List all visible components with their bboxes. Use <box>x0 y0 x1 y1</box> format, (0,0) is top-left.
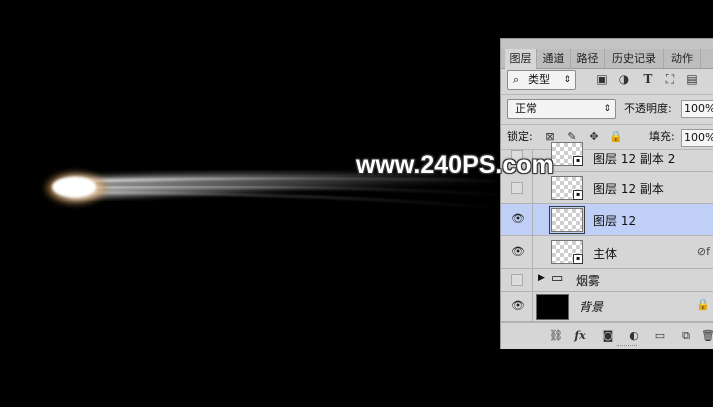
eye-icon: 👁 <box>511 212 525 225</box>
eye-icon: 👁 <box>511 245 525 258</box>
watermark-text: www.240PS.com <box>356 151 554 179</box>
search-icon: ⌕ <box>513 73 520 86</box>
smart-object-filter-icon[interactable]: ▤ <box>685 72 699 86</box>
filter-kind-select[interactable]: ⌕ 类型 ⇕ <box>507 70 576 90</box>
visibility-toggle[interactable] <box>501 269 533 291</box>
expand-arrow-icon[interactable]: ▶ <box>538 273 545 283</box>
layer-thumbnail <box>536 294 569 320</box>
layers-panel: 图层 通道 路径 历史记录 动作 ⌕ 类型 ⇕ ▣ ◑ T ⛶ ▤ 正常 ⇕ 不… <box>500 38 713 349</box>
layer-name: 背景 <box>579 300 604 314</box>
opacity-label: 不透明度: <box>624 102 672 115</box>
tab-history[interactable]: 历史记录 <box>605 49 664 68</box>
blend-mode-select[interactable]: 正常 ⇕ <box>507 99 616 119</box>
layer-thumbnail <box>549 206 585 234</box>
link-icon[interactable]: ⛓ <box>549 329 563 343</box>
fill-input[interactable]: 100% <box>681 129 713 147</box>
blend-mode-label: 正常 <box>515 102 537 115</box>
filter-kind-label: 类型 <box>528 73 550 86</box>
smart-object-icon: ▪ <box>573 156 583 166</box>
shape-filter-icon[interactable]: ⛶ <box>663 72 677 86</box>
adjustment-filter-icon[interactable]: ◑ <box>617 72 631 86</box>
opacity-input[interactable]: 100% <box>681 100 713 118</box>
trash-icon[interactable]: 🗑 <box>701 329 713 343</box>
panel-top-strip <box>501 39 713 49</box>
layer-thumbnail: ▪ <box>551 240 583 264</box>
layer-name: 图层 12 副本 <box>593 182 664 196</box>
panel-bottom-toolbar: ⛓ fx ◙ ◐ ▭ ⧉ 🗑 <box>501 322 713 349</box>
layer-name: 主体 <box>593 247 618 261</box>
visibility-off-icon <box>511 274 523 286</box>
new-layer-icon[interactable]: ⧉ <box>679 329 693 343</box>
folder-icon[interactable]: ▭ <box>653 329 667 343</box>
tab-paths[interactable]: 路径 <box>571 49 605 68</box>
layer-name: 图层 12 副本 2 <box>593 152 676 166</box>
layer-group-row[interactable]: ▶ ▭ 烟雾 <box>501 269 713 292</box>
visibility-toggle[interactable]: 👁 <box>501 236 533 268</box>
layer-name: 烟雾 <box>576 274 601 288</box>
panel-tab-bar: 图层 通道 路径 历史记录 动作 <box>501 49 713 69</box>
layer-row-selected[interactable]: 👁 图层 12 <box>501 204 713 236</box>
visibility-off-icon <box>511 182 523 194</box>
layer-thumbnail: ▪ <box>551 176 583 200</box>
dropdown-arrows-icon: ⇕ <box>563 75 571 85</box>
smart-object-icon: ▪ <box>573 254 583 264</box>
visibility-toggle[interactable]: 👁 <box>501 292 533 321</box>
layer-row[interactable]: 👁 背景 🔒 <box>501 292 713 322</box>
lock-move-icon[interactable]: ✥ <box>587 130 601 144</box>
smart-object-icon: ▪ <box>573 190 583 200</box>
divider <box>501 94 713 95</box>
type-filter-icon[interactable]: T <box>641 72 655 86</box>
fill-label: 填充: <box>649 130 675 143</box>
dropdown-arrows-icon: ⇕ <box>603 104 611 114</box>
visibility-toggle[interactable]: 👁 <box>501 204 533 235</box>
tab-layers[interactable]: 图层 <box>505 49 537 69</box>
mask-icon[interactable]: ◙ <box>601 329 615 343</box>
folder-icon: ▭ <box>551 271 564 286</box>
image-filter-icon[interactable]: ▣ <box>595 72 609 86</box>
lock-label: 锁定: <box>507 130 533 143</box>
fx-icon[interactable]: fx <box>573 329 587 343</box>
adjustment-icon[interactable]: ◐ <box>627 329 641 343</box>
layer-row[interactable]: 👁 ▪ 主体 ⊘f <box>501 236 713 269</box>
layer-effects-icon[interactable]: ⊘f <box>697 245 710 258</box>
tab-channels[interactable]: 通道 <box>537 49 571 68</box>
layer-thumbnail: ▪ <box>551 142 583 166</box>
resize-grip[interactable] <box>617 345 637 349</box>
divider <box>501 124 713 125</box>
layer-name: 图层 12 <box>593 214 637 228</box>
eye-icon: 👁 <box>511 299 525 312</box>
lock-all-icon[interactable]: 🔒 <box>609 130 623 144</box>
lock-icon: 🔒 <box>696 298 710 311</box>
tab-actions[interactable]: 动作 <box>664 49 701 68</box>
